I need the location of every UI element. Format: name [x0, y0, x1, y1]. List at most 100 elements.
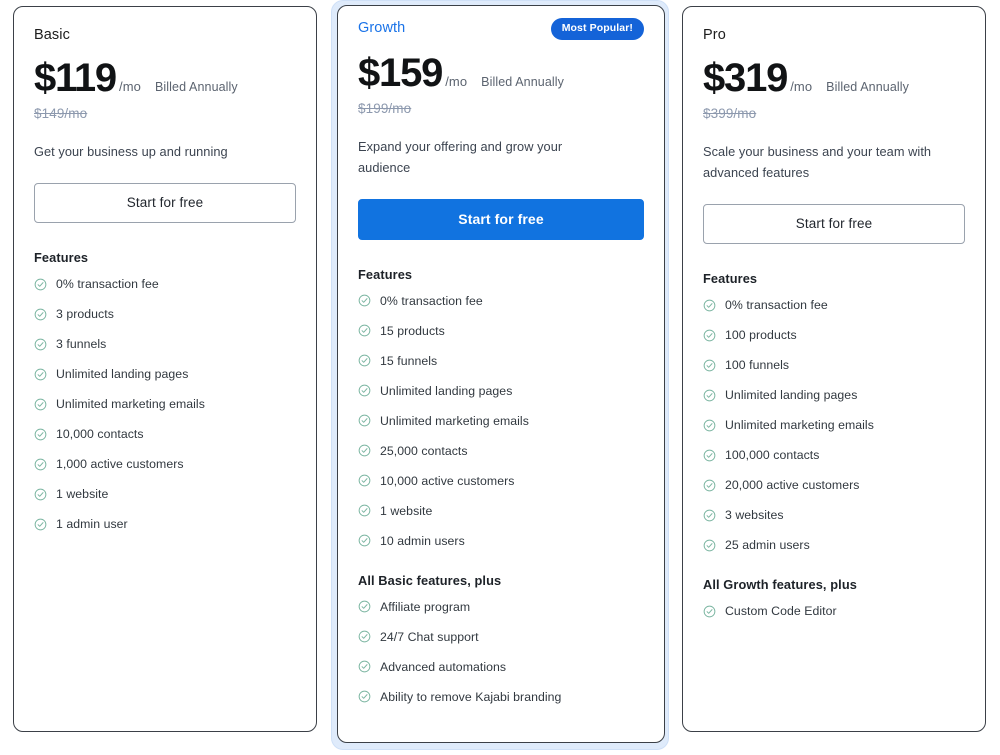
feature-label: 1 website: [380, 503, 433, 518]
plan-card-growth-highlight: Growth Most Popular! $159 /mo Billed Ann…: [331, 0, 669, 750]
feature-label: 10 admin users: [380, 533, 465, 548]
check-circle-icon: [703, 419, 716, 432]
check-circle-icon: [358, 660, 371, 673]
feature-item: 100 products: [703, 328, 965, 342]
feature-item: 25 admin users: [703, 538, 965, 552]
check-circle-icon: [703, 539, 716, 552]
check-circle-icon: [34, 338, 47, 351]
feature-item: 15 products: [358, 324, 644, 338]
feature-item: Unlimited landing pages: [703, 388, 965, 402]
feature-list: 0% transaction fee 100 products 100 funn…: [703, 298, 965, 552]
start-for-free-button[interactable]: Start for free: [34, 183, 296, 223]
check-circle-icon: [703, 329, 716, 342]
check-circle-icon: [703, 389, 716, 402]
feature-item: Affiliate program: [358, 600, 644, 614]
plan-header: Basic: [34, 25, 296, 45]
check-circle-icon: [703, 449, 716, 462]
feature-item: Unlimited landing pages: [358, 384, 644, 398]
check-circle-icon: [703, 359, 716, 372]
check-circle-icon: [358, 534, 371, 547]
billing-note: Billed Annually: [826, 80, 909, 94]
feature-item: 25,000 contacts: [358, 444, 644, 458]
plan-card-pro[interactable]: Pro $319 /mo Billed Annually $399/mo Sca…: [682, 6, 986, 732]
feature-item: 24/7 Chat support: [358, 630, 644, 644]
check-circle-icon: [34, 278, 47, 291]
feature-label: 25 admin users: [725, 538, 810, 552]
feature-item: Unlimited marketing emails: [358, 414, 644, 428]
feature-item: Unlimited marketing emails: [703, 418, 965, 432]
billing-note: Billed Annually: [154, 80, 238, 94]
feature-label: 3 websites: [725, 508, 784, 522]
check-circle-icon: [358, 444, 371, 457]
check-circle-icon: [34, 428, 47, 441]
check-circle-icon: [34, 458, 47, 471]
feature-item: 100 funnels: [703, 358, 965, 372]
feature-label: Unlimited marketing emails: [56, 397, 205, 411]
feature-label: 1 website: [56, 487, 109, 501]
feature-label: 25,000 contacts: [380, 443, 468, 458]
feature-item: Advanced automations: [358, 660, 644, 674]
check-circle-icon: [34, 308, 47, 321]
feature-item: 0% transaction fee: [34, 277, 296, 291]
check-circle-icon: [703, 299, 716, 312]
features-heading: Features: [358, 266, 413, 282]
pricing-plans-container: Basic $119 /mo Billed Annually $149/mo G…: [0, 0, 1000, 755]
price-amount: $119: [34, 56, 117, 100]
check-circle-icon: [703, 479, 716, 492]
feature-label: Affiliate program: [380, 599, 471, 614]
feature-item: 3 products: [34, 307, 296, 321]
feature-item: Unlimited marketing emails: [34, 397, 296, 411]
feature-item: Custom Code Editor: [703, 604, 965, 618]
billing-note: Billed Annually: [481, 74, 564, 89]
feature-label: 10,000 active customers: [380, 473, 515, 488]
plan-name: Basic: [34, 27, 70, 43]
feature-label: Unlimited marketing emails: [380, 413, 529, 428]
check-circle-icon: [358, 504, 371, 517]
extra-features-heading: All Growth features, plus: [703, 577, 857, 592]
most-popular-badge: Most Popular!: [550, 18, 644, 40]
price-row: $119 /mo Billed Annually: [34, 56, 296, 100]
start-for-free-button[interactable]: Start for free: [358, 198, 644, 240]
plan-description: Expand your offering and grow your audie…: [358, 138, 563, 175]
feature-label: 3 funnels: [56, 337, 107, 351]
check-circle-icon: [703, 509, 716, 522]
feature-label: 15 products: [380, 323, 445, 338]
feature-label: Custom Code Editor: [725, 604, 837, 618]
feature-item: 0% transaction fee: [358, 294, 644, 308]
plan-name: Growth: [358, 20, 406, 36]
feature-label: 0% transaction fee: [56, 277, 159, 291]
feature-list: 0% transaction fee 3 products 3 funnels …: [34, 277, 296, 531]
feature-item: 1 website: [34, 487, 296, 501]
price-period: /mo: [118, 79, 141, 94]
check-circle-icon: [358, 690, 371, 703]
original-price: $199/mo: [358, 100, 412, 116]
features-heading: Features: [34, 250, 89, 265]
feature-item: 15 funnels: [358, 354, 644, 368]
feature-item: 10,000 active customers: [358, 474, 644, 488]
original-price: $399/mo: [703, 106, 757, 121]
features-heading: Features: [703, 271, 758, 286]
feature-item: 3 funnels: [34, 337, 296, 351]
feature-label: 1 admin user: [56, 517, 128, 531]
feature-label: 0% transaction fee: [380, 293, 483, 308]
feature-label: Unlimited landing pages: [56, 367, 189, 381]
feature-item: 10 admin users: [358, 534, 644, 548]
feature-label: Unlimited landing pages: [380, 383, 513, 398]
check-circle-icon: [358, 294, 371, 307]
feature-label: 100 products: [725, 328, 797, 342]
start-for-free-button[interactable]: Start for free: [703, 204, 965, 244]
check-circle-icon: [358, 600, 371, 613]
feature-label: 3 products: [56, 307, 114, 321]
feature-item: 3 websites: [703, 508, 965, 522]
feature-item: Ability to remove Kajabi branding: [358, 690, 644, 704]
feature-label: Unlimited marketing emails: [725, 418, 874, 432]
feature-list: 0% transaction fee 15 products 15 funnel…: [358, 294, 644, 548]
feature-label: Advanced automations: [380, 659, 507, 674]
plan-header: Growth Most Popular!: [358, 18, 644, 40]
check-circle-icon: [34, 518, 47, 531]
plan-card-growth[interactable]: Growth Most Popular! $159 /mo Billed Ann…: [337, 5, 665, 743]
feature-label: 24/7 Chat support: [380, 629, 479, 644]
feature-label: Unlimited landing pages: [725, 388, 858, 402]
plan-card-basic[interactable]: Basic $119 /mo Billed Annually $149/mo G…: [13, 6, 317, 732]
check-circle-icon: [358, 354, 371, 367]
